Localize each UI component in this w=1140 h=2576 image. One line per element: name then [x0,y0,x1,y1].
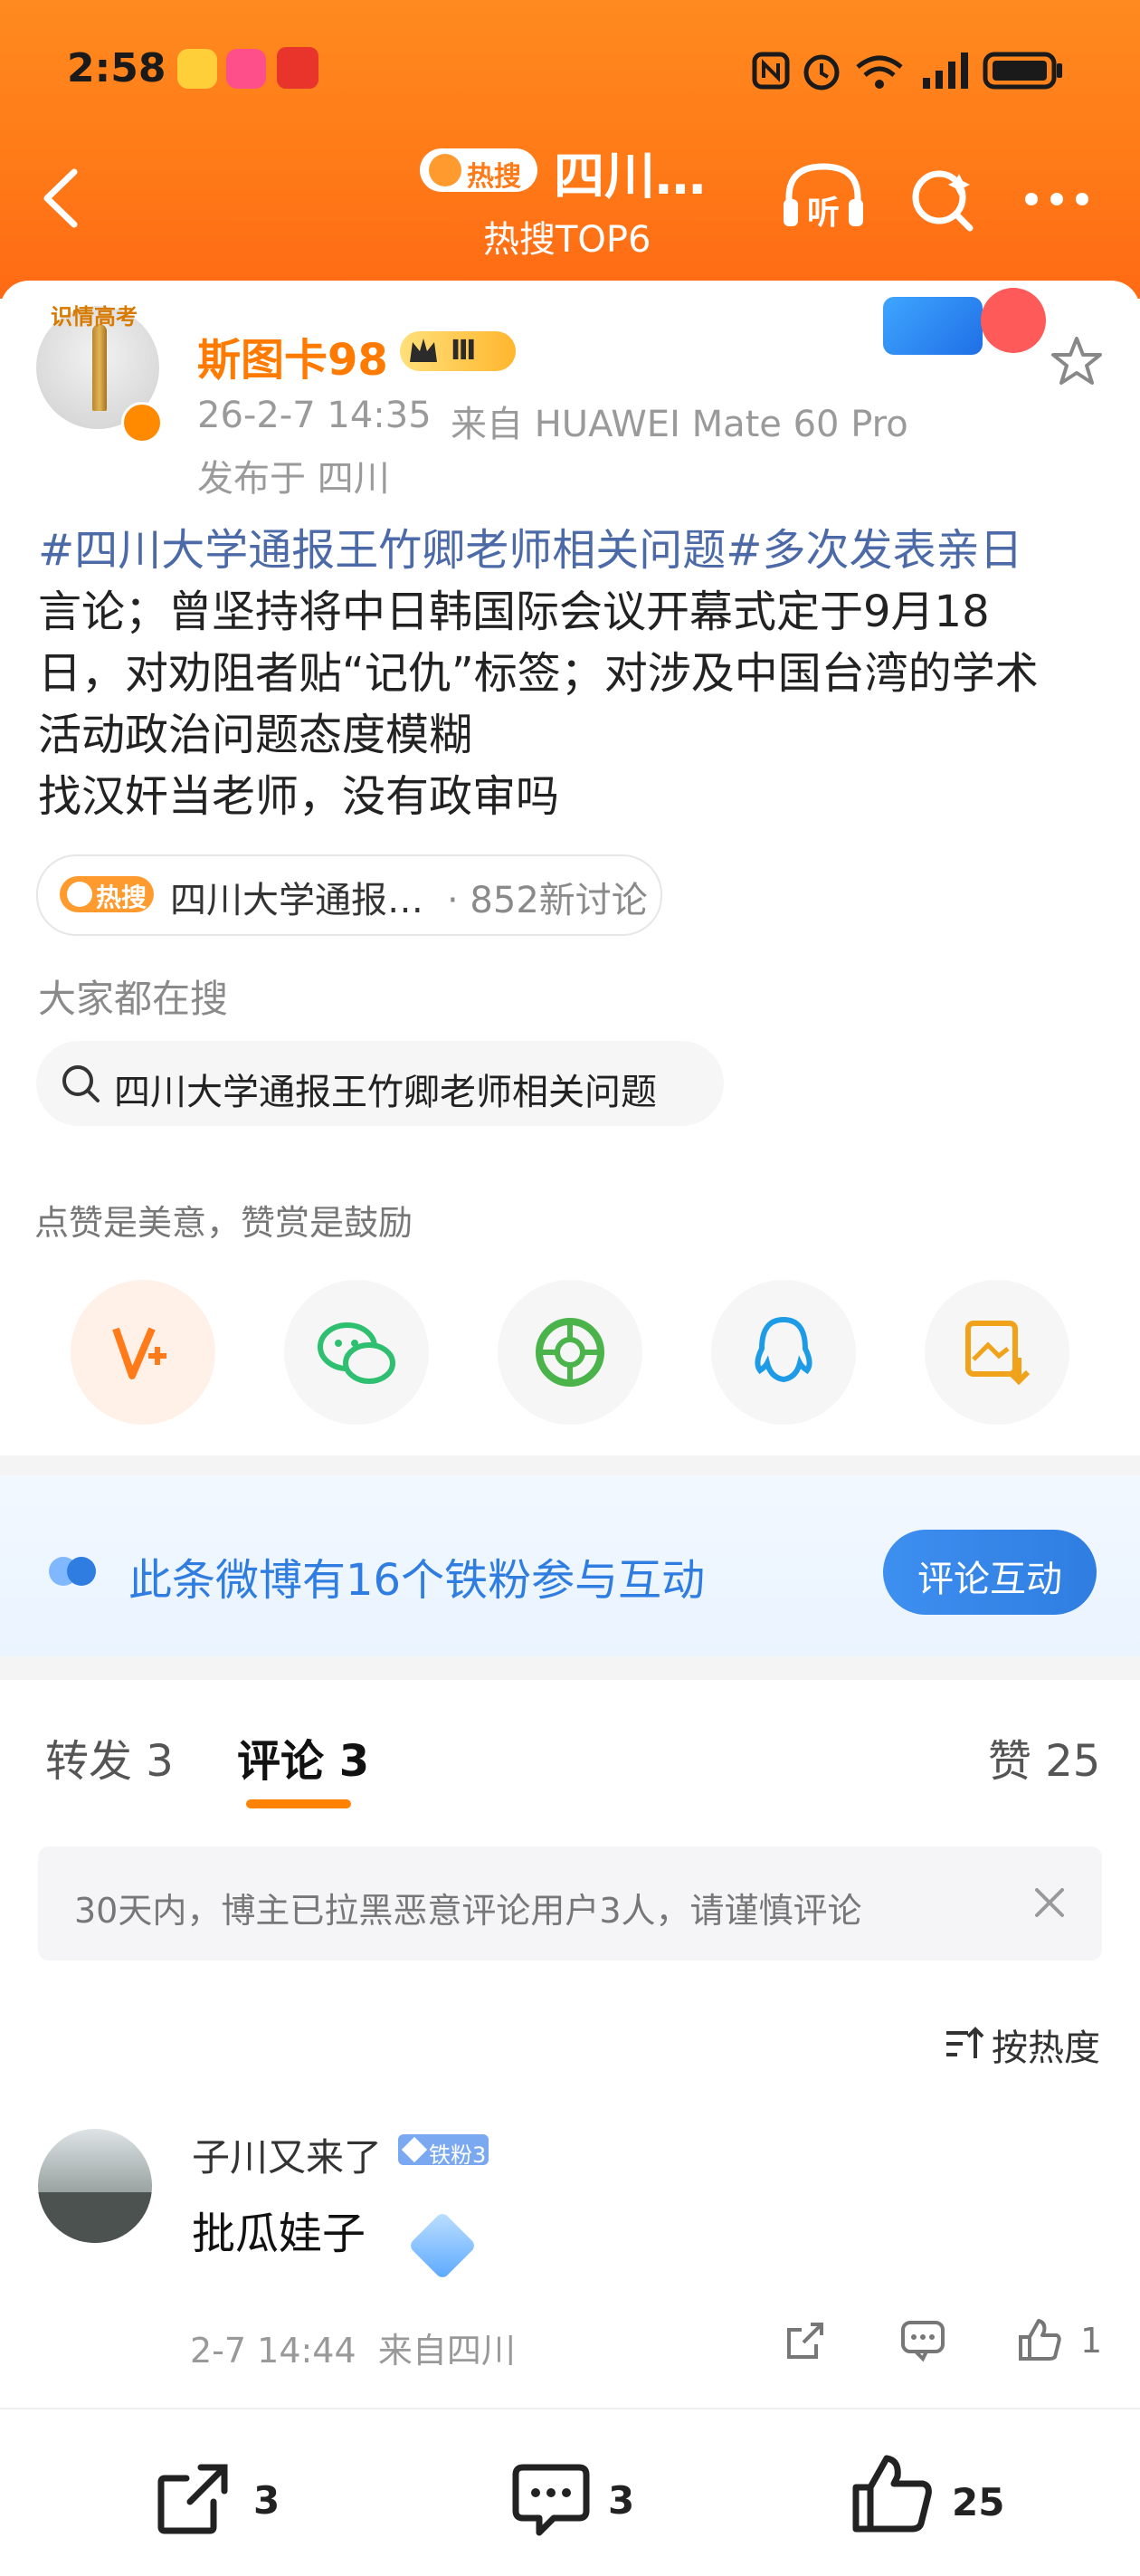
qq-share-button[interactable] [711,1280,856,1425]
commenter-avatar[interactable] [38,2129,152,2243]
sort-label: 按热度 [992,2027,1100,2069]
hot-badge-label: 热搜 [467,161,521,193]
fan-banner-text: 此条微博有16个铁粉参与互动 [128,1555,706,1606]
listen-label: 听 [807,195,841,232]
author-name[interactable]: 斯图卡98 [197,324,388,387]
comment-like-count: 1 [1080,2321,1103,2361]
share-hint: 点赞是美意，赞赏是鼓励 [34,1203,413,1243]
bottom-action-bar: 3 3 25 [0,2408,1140,2576]
save-image-button[interactable] [925,1280,1069,1425]
comment-reply-icon[interactable] [899,2319,946,2362]
hot-search-badge: 热搜 [420,148,537,193]
topic-pill-text: 四川大学通报… [170,880,423,921]
search-suggestion-text: 四川大学通报王竹卿老师相关问题 [114,1072,657,1113]
notification-icon [177,49,217,89]
fan-banner-icon [45,1553,103,1589]
top-header: 2:58 热搜 四川… 热搜TOP6 听 [0,0,1140,299]
tab-reposts[interactable]: 转发 3 [45,1725,174,1789]
comment-text: 批瓜娃子 [192,2209,366,2259]
block-notice: 30天内，博主已拉黑恶意评论用户3人，请谨慎评论 [38,1846,1102,1961]
avatar-frame-label: 识情高考 [51,304,138,329]
tip-reward-button[interactable] [71,1280,215,1425]
like-count: 25 [952,2480,1005,2524]
like-button[interactable]: 25 [852,2453,1004,2534]
fan-badge-label: 铁粉3 [429,2142,487,2168]
topic-hot-badge: 热搜 [60,876,154,912]
tab-comments[interactable]: 评论 3 [237,1725,369,1789]
post-location: 发布于 四川 [197,458,390,500]
back-button[interactable] [40,167,81,230]
block-notice-text: 30天内，博主已拉黑恶意评论用户3人，请谨慎评论 [74,1891,862,1931]
comment-count: 3 [608,2478,635,2523]
post-text-line-3: 日，对劝阻者贴“记仇”标签；对涉及中国台湾的学术 [38,648,1039,699]
gift-icon [277,47,318,89]
verified-badge-icon [121,402,163,444]
alarm-icon [800,49,843,92]
active-tab-indicator [246,1799,351,1808]
comment-like-icon[interactable] [1017,2317,1062,2362]
page-title: 四川… [554,148,706,206]
battery-icon [983,51,1064,91]
crown-icon [407,335,440,366]
section-divider [0,1455,1140,1475]
comment-meta: 2-7 14:44 来自四川 [190,2331,516,2371]
fan-interaction-banner: 此条微博有16个铁粉参与互动 评论互动 [0,1475,1140,1656]
bullet-image [92,324,107,411]
wechat-share-button[interactable] [284,1280,429,1425]
tab-likes[interactable]: 赞 25 [988,1725,1100,1789]
signal-icon [921,51,970,91]
comment-interact-button[interactable]: 评论互动 [883,1530,1097,1615]
sort-icon [945,2026,984,2062]
topic-discussion-count: · 852新讨论 [447,880,648,921]
level-label: Ⅲ [451,335,477,367]
status-time: 2:58 [67,45,166,91]
comment-button[interactable]: 3 [512,2462,634,2538]
repost-count: 3 [253,2478,280,2523]
section-divider-2 [0,1656,1140,1680]
search-suggestion-pill[interactable]: 四川大学通报王竹卿老师相关问题 [36,1041,724,1126]
favorite-star-icon[interactable] [1050,335,1104,387]
post-device: 来自 HUAWEI Mate 60 Pro [451,404,908,445]
search-heading: 大家都在搜 [38,977,229,1021]
comment-share-icon[interactable] [784,2319,827,2362]
moments-share-button[interactable] [498,1280,642,1425]
comment-interact-label: 评论互动 [917,1559,1062,1600]
page-subtitle: 热搜TOP6 [483,219,651,261]
post-timestamp: 26-2-7 14:35 [197,395,432,436]
user-level-badge: Ⅲ [400,331,516,371]
post-text-line-4: 活动政治问题态度模糊 [38,710,473,760]
more-menu-icon[interactable] [1022,190,1091,208]
search-icon[interactable] [910,167,977,234]
commenter-name[interactable]: 子川又来了 [192,2127,382,2182]
close-icon[interactable] [1031,1884,1068,1921]
hot-topic-pill[interactable]: 热搜 四川大学通报… · 852新讨论 [36,854,662,936]
post-text-line-5: 找汉奸当老师，没有政审吗 [38,771,560,822]
nfc-icon [751,51,791,91]
listen-button[interactable]: 听 [780,161,867,234]
post-text-line-1[interactable]: #四川大学通报王竹卿老师相关问题#多次发表亲日 [38,520,1115,581]
diamond-icon [401,2136,428,2163]
topic-hot-label: 热搜 [96,883,147,912]
hot-search-icon [429,154,461,186]
wifi-icon [852,49,907,92]
search-suggestion-icon [60,1063,103,1106]
post-text-line-2: 言论；曾坚持将中日韩国际会议开幕式定于9月18 [38,587,990,637]
fan-level-badge: 铁粉3 [398,2134,489,2168]
hashtag-line[interactable]: #四川大学通报王竹卿老师相关问题#多次发表亲日 [38,525,1022,576]
repost-button[interactable]: 3 [154,2460,280,2536]
post-body: #四川大学通报王竹卿老师相关问题#多次发表亲日 言论；曾坚持将中日韩国际会议开幕… [38,520,1115,827]
app-notification-icon [226,49,266,89]
national-day-promo-image [870,282,1066,369]
